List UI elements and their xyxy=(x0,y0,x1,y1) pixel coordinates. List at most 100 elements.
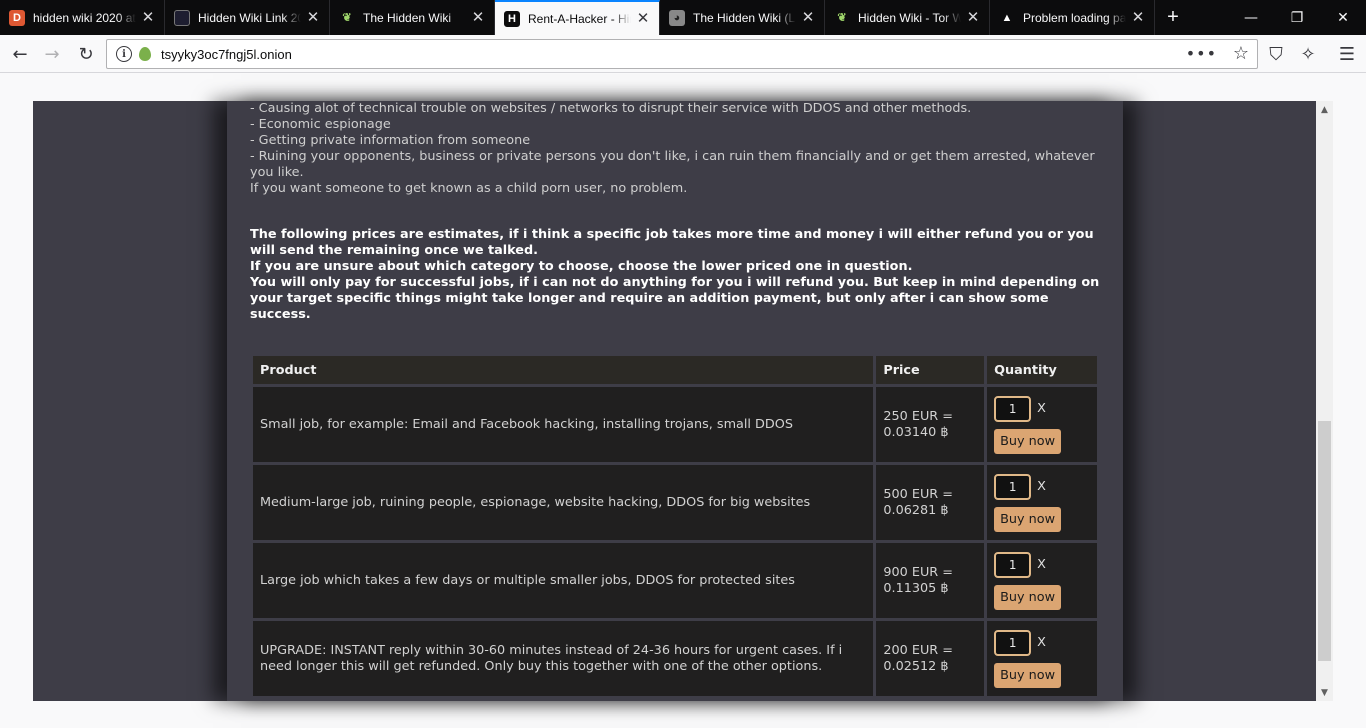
quantity-input[interactable] xyxy=(994,395,1032,422)
table-row: Medium-large job, ruining people, espion… xyxy=(253,465,1097,540)
duckduckgo-icon: D xyxy=(9,9,25,26)
scroll-down-arrow-icon[interactable]: ▼ xyxy=(1316,684,1333,701)
tab-problem-loading[interactable]: ▲ Problem loading page ✕ xyxy=(990,0,1155,35)
restore-icon[interactable]: ❐ xyxy=(1274,0,1320,35)
product-description: UPGRADE: INSTANT reply within 30-60 minu… xyxy=(253,621,874,696)
pricing-notice: The following prices are estimates, if i… xyxy=(250,227,1100,323)
table-row: UPGRADE: INSTANT reply within 30-60 minu… xyxy=(253,621,1097,696)
scrollbar-thumb[interactable] xyxy=(1318,421,1331,661)
buy-now-button[interactable]: Buy now xyxy=(994,506,1062,532)
price-cell: 900 EUR = 0.11305 ฿ xyxy=(876,543,985,618)
close-icon[interactable]: ✕ xyxy=(965,10,981,26)
tab-tor-wiki[interactable]: ❦ Hidden Wiki - Tor Wiki ✕ xyxy=(825,0,990,35)
navigation-toolbar: ← → ↻ i tsyyky3oc7fngj5l.onion ••• ☆ ⛉ ✧… xyxy=(0,35,1366,73)
price-btc: 0.06281 ฿ xyxy=(883,502,949,518)
quantity-cell: X Buy now xyxy=(987,621,1097,696)
quantity-input[interactable] xyxy=(994,629,1032,656)
price-btc: 0.11305 ฿ xyxy=(883,580,949,596)
quantity-cell: X Buy now xyxy=(987,465,1097,540)
price-cell: 250 EUR = 0.03140 ฿ xyxy=(876,387,985,462)
quantity-input[interactable] xyxy=(994,473,1032,500)
page-background: - Causing alot of technical trouble on w… xyxy=(33,101,1316,701)
price-eur: 900 EUR = xyxy=(883,564,953,580)
close-icon[interactable]: ✕ xyxy=(305,10,321,26)
vertical-scrollbar[interactable]: ▲ ▼ xyxy=(1316,101,1333,701)
magic-wand-icon[interactable]: ✧ xyxy=(1293,39,1323,69)
price-btc: 0.02512 ฿ xyxy=(883,658,949,674)
tab-duckduckgo[interactable]: D hidden wiki 2020 at DuckDuckGo ✕ xyxy=(0,0,165,35)
onion-leaf-icon: ❦ xyxy=(837,12,847,24)
url-text[interactable]: tsyyky3oc7fngj5l.onion xyxy=(161,47,292,62)
quantity-header: Quantity xyxy=(987,356,1097,384)
close-icon[interactable]: ✕ xyxy=(635,11,651,27)
buy-now-button[interactable]: Buy now xyxy=(994,662,1062,688)
reload-icon[interactable]: ↻ xyxy=(71,39,101,69)
scroll-up-arrow-icon[interactable]: ▲ xyxy=(1316,101,1333,118)
quantity-control: X xyxy=(994,629,1090,656)
dark-globe-icon xyxy=(174,9,190,26)
price-btc: 0.03140 ฿ xyxy=(883,424,949,440)
quantity-multiplier: X xyxy=(1037,556,1046,572)
bookmark-star-icon[interactable]: ☆ xyxy=(1233,43,1249,64)
product-table: Product Price Quantity Small job, for ex… xyxy=(250,353,1100,699)
quantity-multiplier: X xyxy=(1037,478,1046,494)
service-line: If you want someone to get known as a ch… xyxy=(250,181,688,196)
close-window-icon[interactable]: ✕ xyxy=(1320,0,1366,35)
service-line: - Economic espionage xyxy=(250,117,391,132)
price-cell: 200 EUR = 0.02512 ฿ xyxy=(876,621,985,696)
minimize-icon[interactable]: — xyxy=(1228,0,1274,35)
new-tab-button[interactable]: + xyxy=(1155,0,1191,35)
service-line: - Ruining your opponents, business or pr… xyxy=(250,149,1095,180)
buy-now-button[interactable]: Buy now xyxy=(994,428,1062,454)
notice-line: If you are unsure about which category t… xyxy=(250,259,913,274)
tab-title: hidden wiki 2020 at DuckDuckGo xyxy=(33,10,136,25)
product-description: Large job which takes a few days or mult… xyxy=(253,543,874,618)
anonymous-mask-icon: ◕ xyxy=(669,9,685,26)
tab-title: Rent-A-Hacker - Hire a hacker xyxy=(528,11,631,26)
quantity-input[interactable] xyxy=(994,551,1032,578)
back-arrow-icon[interactable]: ← xyxy=(5,39,35,69)
close-icon[interactable]: ✕ xyxy=(140,10,156,26)
tab-title: Hidden Wiki - Tor Wiki xyxy=(858,10,961,25)
tab-title: Hidden Wiki Link 2020 xyxy=(198,10,301,25)
tab-rent-a-hacker[interactable]: H Rent-A-Hacker - Hire a hacker ✕ xyxy=(495,0,660,35)
service-line: - Causing alot of technical trouble on w… xyxy=(250,101,972,116)
tab-title: The Hidden Wiki xyxy=(363,10,452,25)
tab-strip: D hidden wiki 2020 at DuckDuckGo ✕ Hidde… xyxy=(0,0,1366,35)
close-icon[interactable]: ✕ xyxy=(800,10,816,26)
page-content-column: - Causing alot of technical trouble on w… xyxy=(227,101,1123,701)
service-list: - Causing alot of technical trouble on w… xyxy=(250,101,1100,197)
warning-icon: ▲ xyxy=(1001,11,1013,24)
price-cell: 500 EUR = 0.06281 ฿ xyxy=(876,465,985,540)
quantity-cell: X Buy now xyxy=(987,387,1097,462)
table-header-row: Product Price Quantity xyxy=(253,356,1097,384)
product-description: Medium-large job, ruining people, espion… xyxy=(253,465,874,540)
quantity-multiplier: X xyxy=(1037,400,1046,416)
onion-icon xyxy=(139,47,151,61)
onion-leaf-icon: ❦ xyxy=(342,12,352,24)
close-icon[interactable]: ✕ xyxy=(470,10,486,26)
quantity-multiplier: X xyxy=(1037,634,1046,650)
product-header: Product xyxy=(253,356,874,384)
quantity-control: X xyxy=(994,395,1090,422)
url-bar[interactable]: i tsyyky3oc7fngj5l.onion ••• ☆ xyxy=(106,39,1258,69)
page-actions-icon[interactable]: ••• xyxy=(1186,44,1217,63)
hamburger-menu-icon[interactable]: ☰ xyxy=(1332,39,1362,69)
price-eur: 200 EUR = xyxy=(883,642,953,658)
forward-arrow-icon[interactable]: → xyxy=(37,39,67,69)
tab-hidden-wiki-link-2[interactable]: ◕ The Hidden Wiki (Link) ✕ xyxy=(660,0,825,35)
tab-hidden-wiki-link[interactable]: Hidden Wiki Link 2020 ✕ xyxy=(165,0,330,35)
close-icon[interactable]: ✕ xyxy=(1130,10,1146,26)
h-logo-icon: H xyxy=(504,10,520,27)
notice-line: You will only pay for successful jobs, i… xyxy=(250,275,1100,322)
shield-icon[interactable]: ⛉ xyxy=(1261,39,1291,69)
table-row: Large job which takes a few days or mult… xyxy=(253,543,1097,618)
price-eur: 250 EUR = xyxy=(883,408,953,424)
price-eur: 500 EUR = xyxy=(883,486,953,502)
tab-the-hidden-wiki[interactable]: ❦ The Hidden Wiki ✕ xyxy=(330,0,495,35)
quantity-cell: X Buy now xyxy=(987,543,1097,618)
quantity-control: X xyxy=(994,473,1090,500)
site-info-icon[interactable]: i xyxy=(116,46,132,62)
buy-now-button[interactable]: Buy now xyxy=(994,584,1062,610)
price-header: Price xyxy=(876,356,985,384)
